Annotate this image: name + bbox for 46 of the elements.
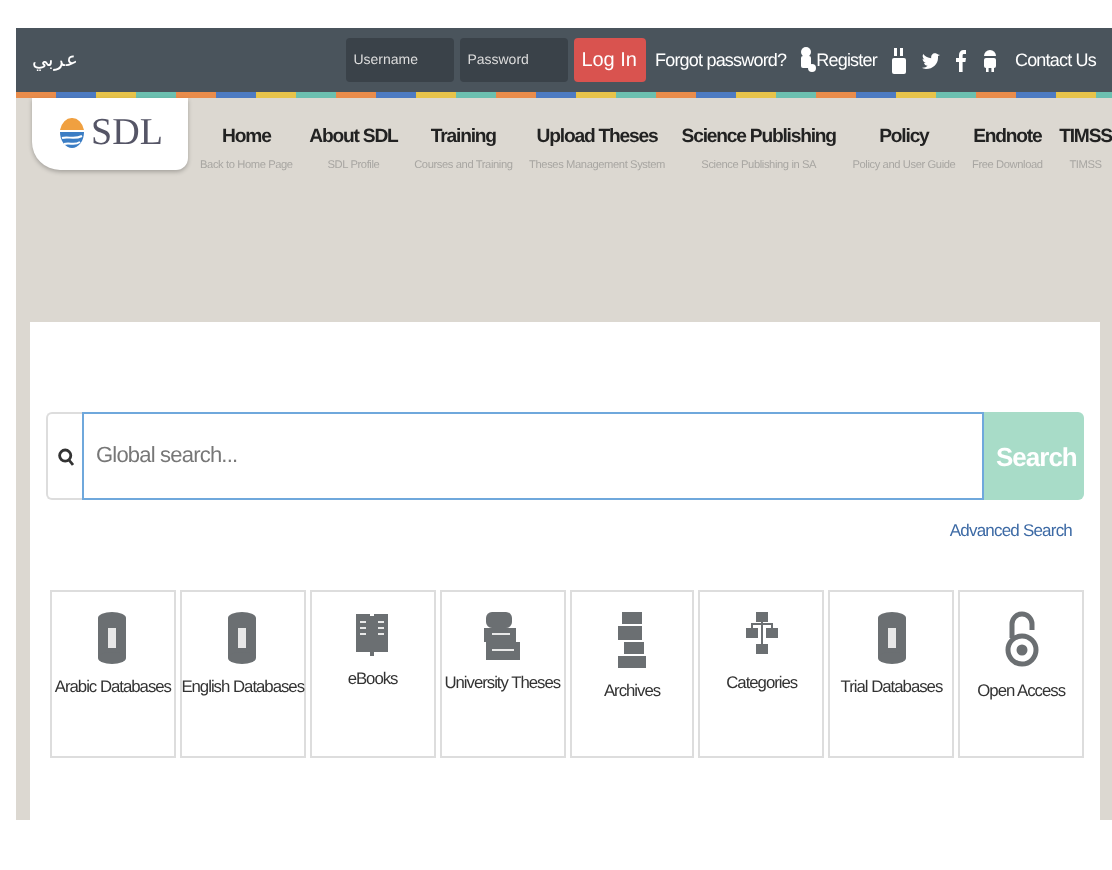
category-label: Arabic Databases — [54, 676, 171, 696]
category-tile[interactable]: Open Access — [958, 590, 1085, 758]
nav-title: Science Publishing — [681, 126, 836, 148]
database-icon — [875, 610, 908, 666]
language-link[interactable]: عربي — [32, 48, 78, 72]
nav-title: Policy — [879, 126, 929, 148]
nav-title: Home — [222, 126, 271, 148]
login-button[interactable]: Log In — [573, 38, 645, 82]
category-label: Trial Databases — [840, 676, 943, 696]
android-icon[interactable] — [982, 48, 999, 72]
logo-text: SDL — [91, 112, 163, 156]
nav-title: Upload Theses — [536, 126, 658, 148]
nav-title: TIMSS — [1059, 126, 1112, 148]
search-field[interactable]: Global search... — [82, 412, 984, 500]
archive-icon — [616, 610, 648, 670]
site-logo[interactable]: SDL — [32, 98, 188, 170]
category-tile[interactable]: Categories — [698, 590, 825, 758]
database-icon — [96, 610, 129, 666]
nav-title: About SDL — [309, 126, 398, 148]
category-label: Open Access — [977, 680, 1066, 700]
facebook-icon[interactable] — [956, 49, 967, 71]
nav-title: Training — [430, 126, 496, 148]
twitter-icon[interactable] — [922, 51, 941, 69]
advanced-search-link[interactable]: Advanced Search — [949, 520, 1072, 540]
database-icon — [226, 610, 259, 666]
contact-link[interactable]: Contact Us — [1014, 50, 1096, 70]
category-label: eBooks — [347, 668, 398, 688]
open-lock-icon — [1003, 610, 1040, 670]
category-tile[interactable]: Arabic Databases — [50, 590, 176, 758]
search-icon — [57, 447, 73, 465]
category-label: University Theses — [444, 672, 561, 692]
globe-icon — [57, 116, 86, 152]
category-tile[interactable]: Archives — [569, 590, 695, 758]
document-stack-icon — [482, 610, 523, 662]
book-icon — [354, 610, 391, 658]
forgot-password-link[interactable]: Forgot password? — [655, 50, 787, 70]
user-icon — [798, 46, 817, 74]
category-label: English Databases — [181, 676, 305, 696]
register-link[interactable]: Register — [816, 50, 877, 70]
category-label: Archives — [603, 680, 661, 700]
category-tile[interactable]: English Databases — [179, 590, 306, 758]
category-tile[interactable]: Trial Databases — [828, 590, 955, 758]
category-label: Categories — [726, 672, 798, 692]
nav-title: Endnote — [973, 126, 1042, 148]
category-tile[interactable]: eBooks — [309, 590, 436, 758]
category-tile[interactable]: University Theses — [439, 590, 566, 758]
